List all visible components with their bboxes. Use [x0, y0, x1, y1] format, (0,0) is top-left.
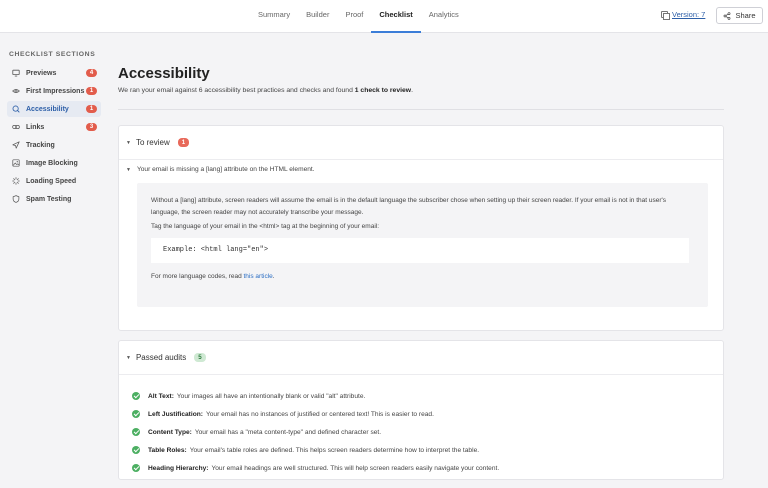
sidebar-item-accessibility[interactable]: Accessibility 1: [7, 101, 101, 117]
sidebar-item-label: Image Blocking: [26, 159, 78, 167]
caret-down-icon: ▼: [126, 166, 131, 173]
count-badge: 1: [86, 87, 97, 95]
check-icon: [132, 428, 140, 436]
count-badge: 3: [86, 123, 97, 131]
audit-text: Your email headings are well structured.…: [211, 464, 500, 472]
check-icon: [132, 410, 140, 418]
loader-icon: [12, 177, 20, 185]
monitor-icon: [12, 69, 20, 77]
audit-text: Your email has no instances of justified…: [205, 410, 434, 418]
passed-count-badge: 5: [194, 353, 206, 362]
more-info: For more language codes, read this artic…: [151, 273, 708, 280]
checklist-sidebar: CHECKLIST SECTIONS Previews 4 First Impr…: [0, 34, 108, 488]
subtitle-text: We ran your email against 6 accessibilit…: [118, 87, 355, 94]
sidebar-item-label: Accessibility: [26, 105, 69, 113]
audit-name: Table Roles:: [148, 446, 187, 454]
issue-details: Without a [lang] attribute, screen reade…: [137, 183, 708, 307]
copy-icon: [661, 11, 670, 20]
tab-analytics[interactable]: Analytics: [421, 0, 467, 33]
code-example: Example: <html lang="en">: [151, 238, 689, 263]
to-review-card: ▼ To review 1 ▼ Your email is missing a …: [118, 125, 724, 331]
audit-name: Alt Text:: [148, 392, 174, 400]
divider: [118, 109, 724, 110]
issue-title: Your email is missing a [lang] attribute…: [136, 166, 315, 173]
shield-icon: [12, 195, 20, 203]
send-icon: [12, 141, 20, 149]
sidebar-item-label: Tracking: [26, 141, 55, 149]
count-badge: 4: [86, 69, 97, 77]
tab-proof[interactable]: Proof: [337, 0, 371, 33]
list-item: Table Roles: Your email's table roles are…: [132, 441, 499, 459]
tab-builder[interactable]: Builder: [298, 0, 337, 33]
share-button[interactable]: Share: [716, 7, 763, 24]
caret-down-icon: ▼: [126, 354, 131, 361]
caret-down-icon: ▼: [126, 139, 131, 146]
tab-summary[interactable]: Summary: [250, 0, 298, 33]
eye-icon: [12, 88, 20, 94]
audit-text: Your images all have an intentionally bl…: [176, 392, 366, 400]
sidebar-item-label: Previews: [26, 69, 57, 77]
audit-text: Your email's table roles are defined. Th…: [189, 446, 480, 454]
version-link[interactable]: Version: 7: [661, 10, 706, 20]
top-navigation-bar: Summary Builder Proof Checklist Analytic…: [0, 0, 768, 33]
passed-audits-card: ▼ Passed audits 5 Alt Text: Your images a…: [118, 340, 724, 480]
to-review-title: To review: [135, 138, 170, 147]
issue-toggle[interactable]: ▼ Your email is missing a [lang] attribu…: [126, 166, 315, 173]
sidebar-item-tracking[interactable]: Tracking: [7, 137, 101, 153]
issue-instruction: Tag the language of your email in the <h…: [151, 223, 380, 230]
to-review-header[interactable]: ▼ To review 1: [119, 126, 723, 160]
image-icon: [12, 159, 20, 167]
list-item: Alt Text: Your images all have an intenti…: [132, 387, 499, 405]
check-icon: [132, 464, 140, 472]
tab-checklist[interactable]: Checklist: [371, 0, 421, 33]
page-title: Accessibility: [118, 65, 210, 82]
sidebar-item-first-impressions[interactable]: First Impressions 1: [7, 83, 101, 99]
accessibility-icon: [12, 105, 20, 113]
subtitle-highlight: 1 check to review: [354, 87, 412, 94]
more-info-end: .: [272, 273, 275, 280]
check-icon: [132, 392, 140, 400]
passed-audits-header[interactable]: ▼ Passed audits 5: [119, 341, 723, 375]
list-item: Heading Hierarchy: Your email headings ar…: [132, 459, 499, 477]
subtitle-end: .: [411, 87, 413, 94]
check-icon: [132, 446, 140, 454]
issue-description: Without a [lang] attribute, screen reade…: [151, 197, 667, 216]
audit-name: Content Type:: [148, 428, 192, 436]
share-label: Share: [735, 11, 756, 20]
sidebar-item-loading-speed[interactable]: Loading Speed: [7, 173, 101, 189]
sidebar-item-links[interactable]: Links 3: [7, 119, 101, 135]
review-count-badge: 1: [177, 138, 190, 147]
audit-name: Heading Hierarchy:: [148, 464, 209, 472]
sidebar-item-label: Spam Testing: [26, 195, 72, 203]
link-icon: [12, 125, 20, 129]
sidebar-item-spam-testing[interactable]: Spam Testing: [7, 191, 101, 207]
main-tabs: Summary Builder Proof Checklist Analytic…: [250, 0, 467, 33]
passed-audits-list: Alt Text: Your images all have an intenti…: [132, 387, 499, 477]
version-label: Version: 7: [672, 10, 706, 19]
sidebar-item-label: Loading Speed: [26, 177, 77, 185]
passed-audits-title: Passed audits: [135, 353, 187, 362]
sidebar-item-label: Links: [26, 123, 45, 131]
more-info-text: For more language codes, read: [151, 273, 244, 280]
count-badge: 1: [86, 105, 97, 113]
sidebar-item-label: First Impressions: [26, 87, 85, 95]
article-link[interactable]: this article: [244, 273, 273, 280]
audit-name: Left Justification:: [148, 410, 203, 418]
sidebar-item-image-blocking[interactable]: Image Blocking: [7, 155, 101, 171]
page-subtitle: We ran your email against 6 accessibilit…: [118, 87, 413, 94]
audit-text: Your email has a "meta content-type" and…: [194, 428, 382, 436]
sidebar-item-previews[interactable]: Previews 4: [7, 65, 101, 81]
sidebar-title: CHECKLIST SECTIONS: [9, 51, 96, 58]
list-item: Content Type: Your email has a "meta cont…: [132, 423, 499, 441]
list-item: Left Justification: Your email has no ins…: [132, 405, 499, 423]
share-icon: [724, 11, 731, 20]
